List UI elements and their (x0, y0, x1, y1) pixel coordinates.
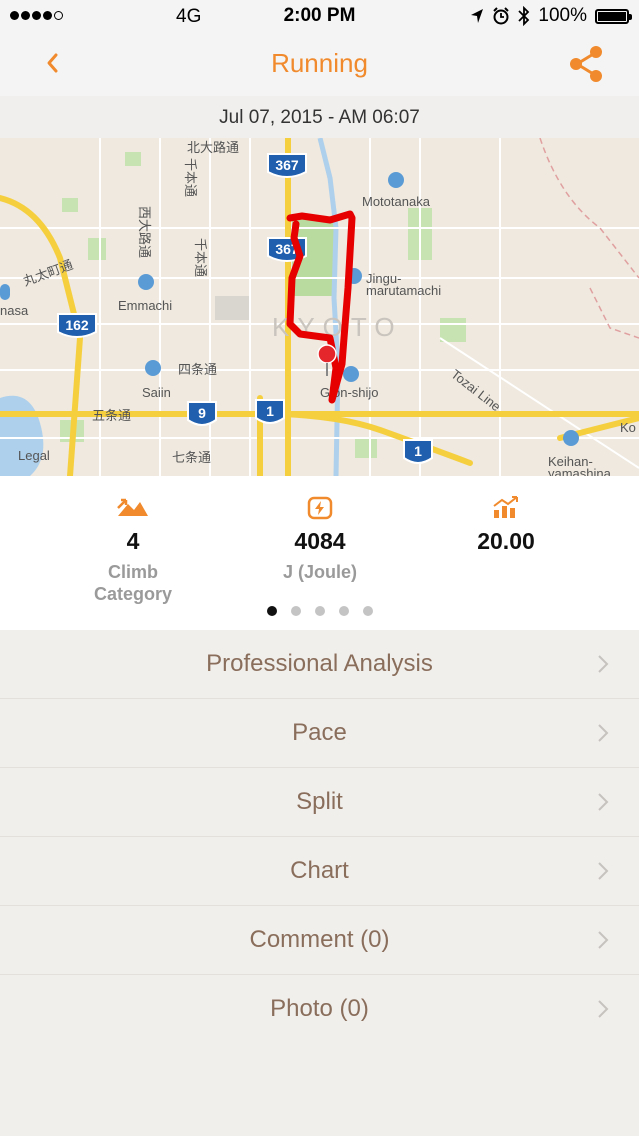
map-label: Emmachi (118, 298, 172, 313)
bluetooth-icon (518, 6, 530, 26)
map-label: 七条通 (172, 450, 211, 465)
activity-date: Jul 07, 2015 - AM 06:07 (0, 96, 639, 138)
stat-value: 4 (126, 528, 140, 554)
svg-text:1: 1 (414, 443, 422, 459)
menu-item-label: Professional Analysis (206, 650, 433, 677)
graph-icon (493, 496, 518, 518)
page-title: Running (271, 48, 368, 78)
map-label: 四条通 (178, 362, 217, 377)
menu-item-pace[interactable]: Pace (0, 699, 639, 768)
stat-energy: 4084 J (Joule) (220, 496, 420, 583)
chevron-right-icon (598, 862, 609, 880)
battery-icon (595, 8, 632, 24)
page-dot (338, 606, 349, 616)
route-shield: 1 (403, 439, 433, 464)
route-shield: 9 (187, 401, 217, 426)
menu-item-photo[interactable]: Photo (0) (0, 975, 639, 1043)
menu-item-split[interactable]: Split (0, 768, 639, 837)
menu-item-label: Split (296, 788, 343, 815)
navigation-bar: Running (0, 32, 639, 96)
chevron-right-icon (598, 931, 609, 949)
status-bar: 4G 2:00 PM 100% (0, 0, 639, 32)
stat-label: Climb Category (93, 562, 173, 604)
route-shield: 162 (57, 313, 97, 338)
page-indicator[interactable] (0, 606, 639, 616)
svg-text:162: 162 (65, 317, 89, 333)
map-label: Legal (18, 448, 50, 463)
menu-item-label: Comment (0) (249, 926, 390, 953)
menu-item-label: Photo (0) (270, 995, 369, 1022)
route-map[interactable]: 北大路通 Mototanaka Jingu- marutamachi Emmac… (0, 138, 639, 476)
menu-item-professional-analysis[interactable]: Professional Analysis (0, 630, 639, 699)
svg-text:1: 1 (266, 403, 274, 419)
svg-text:367: 367 (275, 157, 299, 173)
energy-icon (307, 496, 333, 520)
stats-panel[interactable]: 4 Climb Category 4084 J (Joule) 20.00 (0, 476, 639, 630)
route-shield: 367 (267, 153, 307, 178)
map-label: nasa (0, 303, 29, 318)
map-label: 千本通 (183, 158, 198, 197)
stat-label: J (Joule) (282, 562, 357, 582)
battery-percent: 100% (538, 5, 587, 26)
stat-value: 20.00 (477, 528, 535, 554)
map-label: Saiin (142, 385, 171, 400)
map-label: Ko (620, 420, 636, 435)
menu-item-comment[interactable]: Comment (0) (0, 906, 639, 975)
alarm-icon (493, 7, 510, 25)
map-label: marutamachi (366, 283, 441, 298)
map-label: 千本通 (193, 238, 208, 277)
climb-icon (117, 498, 148, 516)
detail-menu: Professional Analysis Pace Split Chart C… (0, 630, 639, 1043)
page-dot (290, 606, 301, 616)
page-dot (362, 606, 373, 616)
map-label: 西大路通 (137, 206, 152, 258)
chevron-right-icon (598, 1000, 609, 1018)
menu-item-chart[interactable]: Chart (0, 837, 639, 906)
chevron-right-icon (598, 724, 609, 742)
page-dot (314, 606, 325, 616)
stat-value: 4084 (294, 528, 346, 554)
menu-item-label: Chart (290, 857, 349, 884)
chevron-right-icon (598, 793, 609, 811)
menu-item-label: Pace (292, 719, 347, 746)
share-icon[interactable] (567, 44, 605, 84)
map-label: 北大路通 (187, 140, 239, 155)
map-label: Mototanaka (362, 194, 431, 209)
route-shield: 1 (255, 399, 285, 424)
location-arrow-icon (471, 9, 484, 23)
stat-graph: 20.00 (406, 496, 606, 555)
svg-text:9: 9 (198, 405, 206, 421)
map-label: yamashina (548, 466, 612, 476)
map-label: 五条通 (92, 408, 131, 423)
stat-climb-category: 4 Climb Category (33, 496, 233, 605)
page-dot (266, 606, 277, 616)
chevron-right-icon (598, 655, 609, 673)
